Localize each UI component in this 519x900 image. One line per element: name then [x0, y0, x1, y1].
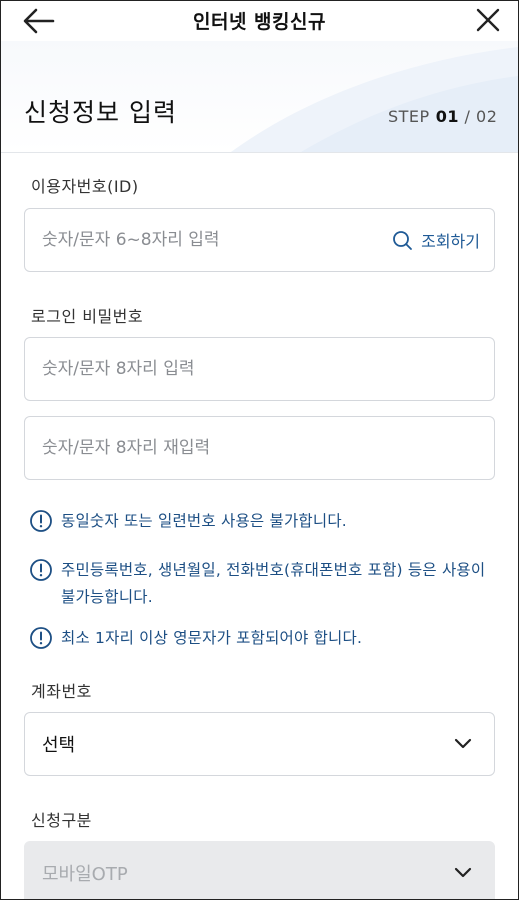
- request-type-label: 신청구분: [31, 811, 92, 830]
- user-id-input[interactable]: [42, 209, 342, 271]
- notice-item: 최소 1자리 이상 영문자가 포함되어야 합니다.: [29, 625, 499, 652]
- step-total: / 02: [464, 107, 498, 126]
- close-button[interactable]: [475, 7, 501, 33]
- password-confirm-field: [24, 416, 495, 480]
- close-icon: [476, 8, 500, 32]
- step-label: STEP: [388, 107, 430, 126]
- user-id-label: 이용자번호(ID): [31, 177, 139, 196]
- info-icon: [30, 510, 52, 532]
- password-confirm-input[interactable]: [42, 417, 342, 479]
- user-id-field: 조회하기: [24, 208, 495, 272]
- search-icon: [393, 230, 413, 250]
- chevron-down-icon: [454, 867, 472, 878]
- notice-item: 동일숫자 또는 일련번호 사용은 불가합니다.: [29, 508, 499, 535]
- top-bar: 인터넷 뱅킹신규: [1, 1, 518, 41]
- step-current: 01: [435, 107, 459, 126]
- request-type-select: 모바일OTP: [24, 841, 495, 899]
- app-screen: 인터넷 뱅킹신규 신청정보 입력 STEP 01 / 02 이용자번호(ID) 조…: [0, 0, 519, 900]
- notice-text: 동일숫자 또는 일련번호 사용은 불가합니다.: [61, 512, 347, 530]
- lookup-button[interactable]: 조회하기: [392, 209, 480, 271]
- notice-item: 주민등록번호, 생년월일, 전화번호(휴대폰번호 포함) 등은 사용이 불가능합…: [29, 557, 499, 611]
- password-label: 로그인 비밀번호: [31, 307, 144, 326]
- header-title: 인터넷 뱅킹신규: [193, 11, 326, 33]
- step-banner: 신청정보 입력 STEP 01 / 02: [1, 41, 518, 153]
- info-icon: [30, 627, 52, 649]
- account-label: 계좌번호: [31, 682, 92, 701]
- password-input[interactable]: [42, 338, 342, 400]
- notice-text: 최소 1자리 이상 영문자가 포함되어야 합니다.: [61, 629, 363, 647]
- account-selected-value: 선택: [42, 735, 76, 756]
- info-icon: [30, 559, 52, 581]
- password-field: [24, 337, 495, 401]
- page-title: 신청정보 입력: [24, 98, 177, 127]
- request-type-selected-value: 모바일OTP: [42, 864, 128, 885]
- step-indicator: STEP 01 / 02: [388, 107, 497, 126]
- notice-text: 주민등록번호, 생년월일, 전화번호(휴대폰번호 포함) 등은 사용이 불가능합…: [61, 561, 486, 606]
- chevron-down-icon: [454, 738, 472, 749]
- account-select[interactable]: 선택: [24, 712, 495, 776]
- lookup-label: 조회하기: [421, 232, 480, 251]
